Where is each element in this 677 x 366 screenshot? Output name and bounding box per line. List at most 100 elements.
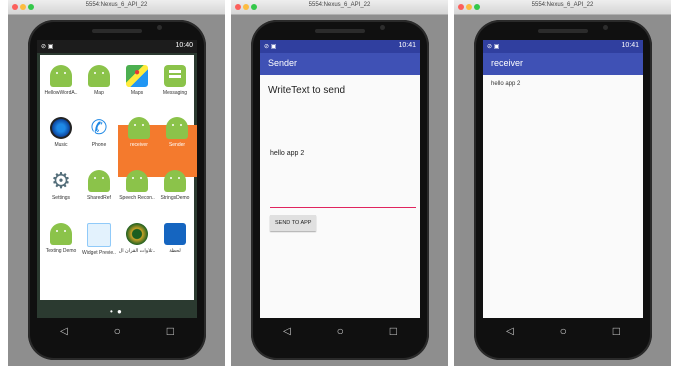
android-icon: [50, 65, 72, 87]
android-icon: [88, 170, 110, 192]
status-time: 10:41: [621, 42, 639, 49]
sender-content: WriteText to send hello app 2 SEND TO AP…: [260, 75, 420, 318]
receiver-content: hello app 2: [483, 75, 643, 318]
android-icon: [166, 117, 188, 139]
app-label: Maps: [130, 90, 144, 96]
window-titlebar: 5554:Nexus_6_API_22: [231, 0, 448, 15]
app-messaging[interactable]: Messaging: [156, 65, 194, 96]
back-icon[interactable]: ◁: [506, 326, 514, 337]
app-drawer: HellowWordA.. Map ● Maps Messaging Music…: [40, 55, 197, 300]
app-label: receiver: [130, 142, 148, 148]
maps-icon: ●: [126, 65, 148, 87]
app-label: SharedRef: [87, 195, 111, 201]
window-titlebar: 5554:Nexus_6_API_22: [8, 0, 225, 15]
received-text: hello app 2: [491, 81, 521, 87]
emulator-window-sender: 5554:Nexus_6_API_22 ⊘ ▣ 10:41 Sender Wri…: [231, 0, 448, 366]
app-bar: receiver: [483, 53, 643, 75]
home-icon[interactable]: ○: [337, 324, 344, 338]
app-label: Settings: [51, 195, 71, 201]
navigation-bar: ◁ ○ □: [483, 318, 643, 344]
back-icon[interactable]: ◁: [283, 326, 291, 337]
input-underline: [270, 207, 416, 208]
recents-icon[interactable]: □: [390, 324, 397, 338]
camera-icon: [380, 25, 385, 30]
app-label: Texting Demo: [45, 248, 77, 254]
android-icon: [126, 170, 148, 192]
quran-icon: [126, 223, 148, 245]
phone-screen: ⊘ ▣ 10:41 Sender WriteText to send hello…: [260, 40, 420, 318]
app-label: StringsDemo: [160, 195, 190, 201]
window-titlebar: 5554:Nexus_6_API_22: [454, 0, 671, 15]
app-label: Phone: [91, 142, 107, 148]
app-label: Messaging: [162, 90, 188, 96]
recents-icon[interactable]: □: [613, 324, 620, 338]
phone-device: ⊘ ▣ 10:41 receiver hello app 2 ◁ ○ □: [474, 20, 652, 360]
app-label: Music: [54, 142, 68, 148]
widget-icon: [87, 223, 111, 247]
app-label: تلاوات القرآن ال..: [118, 248, 156, 254]
app-sender[interactable]: Sender: [158, 117, 196, 148]
android-icon: [50, 223, 72, 245]
recents-icon[interactable]: □: [167, 324, 174, 338]
home-icon[interactable]: ○: [114, 324, 121, 338]
app-label: لحظة: [169, 248, 181, 254]
notification-icons: ⊘ ▣: [487, 44, 500, 50]
message-input[interactable]: hello app 2: [270, 150, 304, 157]
app-label: Speech Recon..: [119, 195, 155, 201]
window-title: 5554:Nexus_6_API_22: [531, 2, 594, 8]
app-title: Sender: [268, 58, 298, 68]
android-icon: [128, 117, 150, 139]
emulator-window-receiver: 5554:Nexus_6_API_22 ⊘ ▣ 10:41 receiver h…: [454, 0, 671, 366]
phone-screen: ⊘ ▣ 10:41 receiver hello app 2: [483, 40, 643, 318]
app-label: Sender: [168, 142, 186, 148]
notification-icons: ⊘ ▣: [264, 44, 277, 50]
camera-icon: [157, 25, 162, 30]
page-indicator: • ●: [110, 307, 123, 316]
status-time: 10:40: [175, 42, 193, 49]
notification-icons: ⊘ ▣: [41, 44, 54, 50]
app-speech-recon[interactable]: Speech Recon..: [118, 170, 156, 201]
app-label: Widget Previe..: [82, 250, 116, 256]
speaker-grille: [92, 29, 142, 33]
status-time: 10:41: [398, 42, 416, 49]
status-bar: ⊘ ▣ 10:40: [37, 40, 197, 53]
android-icon: [164, 170, 186, 192]
window-title: 5554:Nexus_6_API_22: [85, 2, 148, 8]
app-sharedref[interactable]: SharedRef: [80, 170, 118, 201]
phone-device: ⊘ ▣ 10:40 HellowWordA.. Map ● Maps Messa…: [28, 20, 206, 360]
app-quran[interactable]: تلاوات القرآن ال..: [118, 223, 156, 254]
status-bar: ⊘ ▣ 10:41: [260, 40, 420, 53]
app-title: receiver: [491, 58, 524, 68]
app-bar: Sender: [260, 53, 420, 75]
app-settings[interactable]: ⚙ Settings: [42, 168, 80, 202]
navigation-bar: ◁ ○ □: [37, 318, 197, 344]
send-to-app-button[interactable]: SEND TO APP: [270, 215, 317, 231]
app-stringsdemo[interactable]: StringsDemo: [156, 170, 194, 201]
home-icon[interactable]: ○: [560, 324, 567, 338]
app-receiver[interactable]: receiver: [120, 117, 158, 148]
app-music[interactable]: Music: [42, 117, 80, 148]
navigation-bar: ◁ ○ □: [260, 318, 420, 344]
app-map[interactable]: Map: [80, 65, 118, 96]
phone-device: ⊘ ▣ 10:41 Sender WriteText to send hello…: [251, 20, 429, 360]
speaker-grille: [315, 29, 365, 33]
settings-icon: ⚙: [51, 168, 71, 193]
speaker-grille: [538, 29, 588, 33]
phone-icon: ✆: [90, 117, 108, 139]
status-bar: ⊘ ▣ 10:41: [483, 40, 643, 53]
app-maps[interactable]: ● Maps: [118, 65, 156, 96]
app-widget-preview[interactable]: Widget Previe..: [80, 223, 118, 256]
app-lahza[interactable]: لحظة: [156, 223, 194, 254]
app-texting-demo[interactable]: Texting Demo: [42, 223, 80, 254]
back-icon[interactable]: ◁: [60, 326, 68, 337]
phone-screen: ⊘ ▣ 10:40 HellowWordA.. Map ● Maps Messa…: [37, 40, 197, 318]
emulator-window-launcher: 5554:Nexus_6_API_22 ⊘ ▣ 10:40 HellowWord…: [8, 0, 225, 366]
app-hellowworda[interactable]: HellowWordA..: [42, 65, 80, 96]
android-icon: [88, 65, 110, 87]
app-phone[interactable]: ✆ Phone: [80, 117, 118, 148]
lahza-icon: [164, 223, 186, 245]
camera-icon: [603, 25, 608, 30]
messaging-icon: [164, 65, 186, 87]
app-label: HellowWordA..: [44, 90, 78, 96]
app-label: Map: [94, 90, 104, 96]
